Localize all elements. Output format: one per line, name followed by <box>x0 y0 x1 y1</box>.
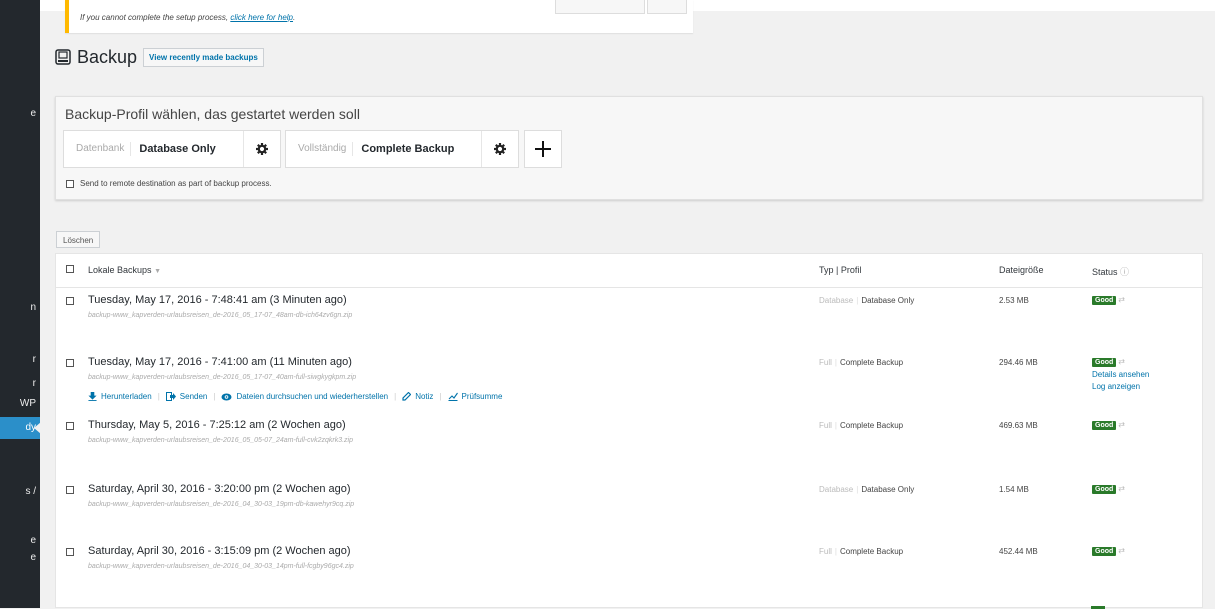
swap-icon: ⇄ <box>1118 420 1125 429</box>
sidebar-item[interactable]: e <box>0 108 40 119</box>
sidebar-item[interactable]: r <box>0 378 40 389</box>
backup-type: Full | Complete Backup <box>819 358 904 367</box>
send-icon <box>165 392 176 401</box>
help-icon[interactable]: ⓘ <box>1120 267 1129 277</box>
help-link[interactable]: click here for help <box>230 13 293 22</box>
backup-filename: backup-www_kapverden-urlaubsreisen_de-20… <box>88 501 355 508</box>
view-backups-button[interactable]: View recently made backups <box>143 47 264 67</box>
sidebar-item[interactable]: e <box>0 535 40 546</box>
column-header-size: Dateigröße <box>999 265 1044 275</box>
swap-icon: ⇄ <box>1118 357 1125 366</box>
admin-sidebar: e n r r WP dy s / e e <box>0 0 41 608</box>
row-checkbox[interactable] <box>66 548 74 556</box>
backup-type: Full | Complete Backup <box>819 547 904 556</box>
backup-date: Saturday, April 30, 2016 - 3:15:09 pm (2… <box>88 545 351 557</box>
status-badge: Good <box>1092 421 1117 430</box>
backup-date: Tuesday, May 17, 2016 - 7:41:00 am (11 M… <box>88 356 352 368</box>
column-header-type: Typ | Profil <box>819 265 862 275</box>
note-action[interactable]: Notiz <box>402 392 433 401</box>
backup-filename: backup-www_kapverden-urlaubsreisen_de-20… <box>88 563 354 570</box>
checksum-action[interactable]: Prüfsumme <box>448 392 502 401</box>
profile-heading: Backup-Profil wählen, das gestartet werd… <box>65 106 360 122</box>
swap-icon: ⇄ <box>1118 484 1125 493</box>
eye-icon <box>221 393 232 400</box>
profile-card-complete[interactable]: Vollständig Complete Backup <box>285 130 519 168</box>
backup-filename: backup-www_kapverden-urlaubsreisen_de-20… <box>88 374 357 381</box>
profile-name[interactable]: Complete Backup <box>353 143 481 155</box>
column-header-name[interactable]: Lokale Backups ▼ <box>88 265 161 275</box>
send-action[interactable]: Senden <box>165 392 207 401</box>
backup-type: Database | Database Only <box>819 296 915 305</box>
backup-size: 2.53 MB <box>999 296 1029 305</box>
sort-arrow-icon: ▼ <box>154 268 161 275</box>
backup-size: 469.63 MB <box>999 421 1038 430</box>
log-link[interactable]: Log anzeigen <box>1092 382 1149 391</box>
details-link[interactable]: Details ansehen <box>1092 370 1149 379</box>
row-actions: Herunterladen | Senden | Dateien durchsu… <box>88 392 502 401</box>
select-all-checkbox[interactable] <box>66 265 74 273</box>
profile-card-database[interactable]: Datenbank Database Only <box>63 130 281 168</box>
backup-filename: backup-www_kapverden-urlaubsreisen_de-20… <box>88 312 353 319</box>
backup-status: Good ⇄ <box>1092 546 1125 556</box>
status-badge: Good <box>1092 358 1117 367</box>
profile-selector: Backup-Profil wählen, das gestartet werd… <box>55 96 1203 200</box>
pencil-icon <box>402 392 412 401</box>
backup-size: 294.46 MB <box>999 358 1038 367</box>
backups-table: Lokale Backups ▼ Typ | Profil Dateigröße… <box>55 253 1203 608</box>
backup-date: Saturday, April 30, 2016 - 3:20:00 pm (2… <box>88 483 351 495</box>
status-badge: Good <box>1092 547 1117 556</box>
table-header: Lokale Backups ▼ Typ | Profil Dateigröße… <box>56 254 1202 288</box>
profile-name[interactable]: Database Only <box>131 143 243 155</box>
backup-size: 452.44 MB <box>999 547 1038 556</box>
row-checkbox[interactable] <box>66 486 74 494</box>
swap-icon: ⇄ <box>1118 295 1125 304</box>
sidebar-item[interactable]: e <box>0 552 40 563</box>
backup-date: Thursday, May 5, 2016 - 7:25:12 am (2 Wo… <box>88 419 346 431</box>
plus-icon <box>535 141 551 157</box>
sidebar-item[interactable]: n <box>0 302 40 313</box>
backup-size: 1.54 MB <box>999 485 1029 494</box>
page-header: Backup View recently made backups <box>55 46 264 68</box>
notice-text: If you cannot complete the setup process… <box>80 13 231 22</box>
backup-status: Good ⇄ <box>1092 295 1125 305</box>
notice-ghost-button[interactable] <box>647 0 687 14</box>
status-badge: Good <box>1092 296 1117 305</box>
profile-type: Vollständig <box>286 142 354 156</box>
sidebar-item[interactable]: s / <box>0 486 40 497</box>
sidebar-item-active[interactable]: dy <box>0 417 41 439</box>
gear-icon[interactable] <box>243 131 280 167</box>
backup-status: Good ⇄ <box>1092 420 1125 430</box>
download-action[interactable]: Herunterladen <box>88 392 152 401</box>
download-icon <box>88 392 97 401</box>
page-title: Backup <box>77 46 138 67</box>
backup-filename: backup-www_kapverden-urlaubsreisen_de-20… <box>88 437 353 444</box>
status-badge: Good <box>1092 485 1117 494</box>
swap-icon: ⇄ <box>1118 546 1125 555</box>
add-profile-button[interactable] <box>524 130 562 168</box>
remote-destination-label: Send to remote destination as part of ba… <box>80 179 272 188</box>
delete-button[interactable]: Löschen <box>56 231 101 248</box>
row-checkbox[interactable] <box>66 297 74 305</box>
notice-ghost-button[interactable] <box>555 0 645 14</box>
remote-destination-option: Send to remote destination as part of ba… <box>66 179 272 188</box>
backup-type: Full | Complete Backup <box>819 421 904 430</box>
sidebar-item[interactable]: WP <box>0 398 40 409</box>
profile-type: Datenbank <box>64 142 132 156</box>
browse-action[interactable]: Dateien durchsuchen und wiederherstellen <box>221 392 388 401</box>
row-checkbox[interactable] <box>66 422 74 430</box>
backup-type: Database | Database Only <box>819 485 915 494</box>
backup-status: Good ⇄ <box>1092 484 1125 494</box>
chart-icon <box>448 392 458 401</box>
backup-status: Good ⇄ Details ansehen Log anzeigen <box>1092 357 1149 391</box>
backup-icon <box>55 49 71 65</box>
row-checkbox[interactable] <box>66 359 74 367</box>
sidebar-item[interactable]: r <box>0 354 40 365</box>
setup-notice: If you cannot complete the setup process… <box>65 0 693 33</box>
notice-suffix: . <box>293 13 296 22</box>
backup-date: Tuesday, May 17, 2016 - 7:48:41 am (3 Mi… <box>88 294 347 306</box>
remote-destination-checkbox[interactable] <box>66 179 74 188</box>
column-header-status: Status ⓘ <box>1092 267 1130 277</box>
gear-icon[interactable] <box>481 131 518 167</box>
